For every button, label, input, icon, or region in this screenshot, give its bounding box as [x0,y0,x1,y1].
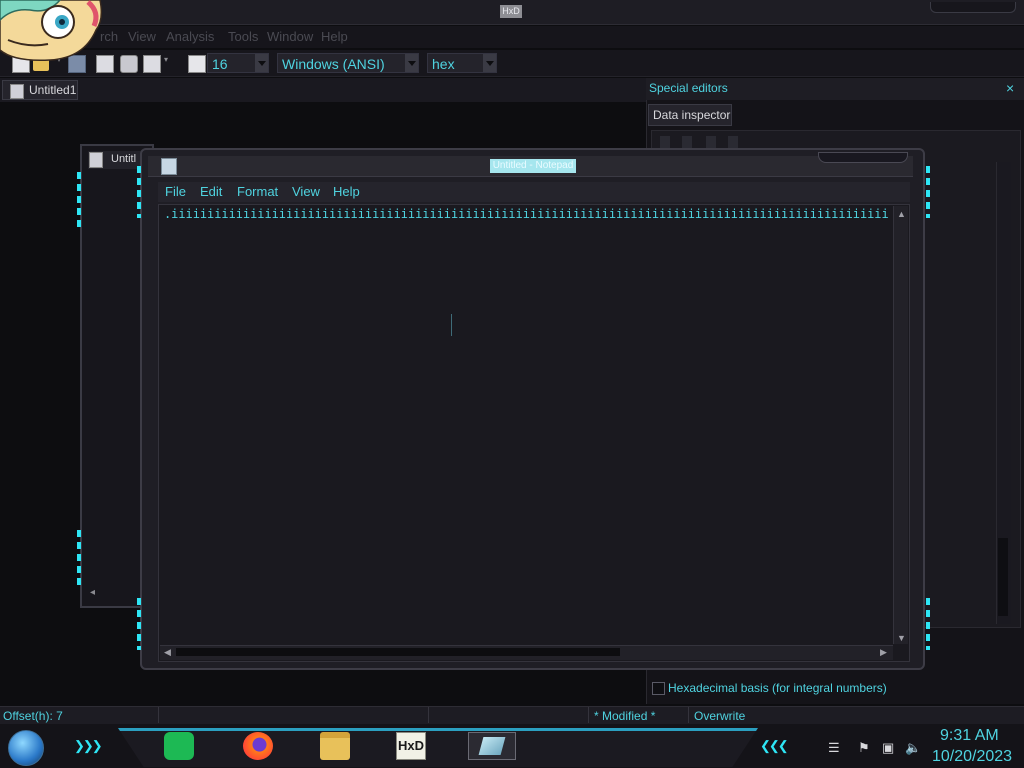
bytes-per-row-select[interactable]: 16 [207,53,269,73]
hex-file-icon [10,84,24,99]
clipboard-icon[interactable] [143,55,161,73]
disk-icon[interactable] [120,55,138,73]
menu-edit[interactable]: Edit [200,184,222,199]
start-button[interactable] [8,730,44,766]
taskbar-dock [118,728,758,767]
next-icon[interactable] [706,136,716,148]
notepad-text-area[interactable] [158,204,910,662]
last-icon[interactable] [728,136,738,148]
file-explorer-icon[interactable] [320,732,350,760]
scrollbar-thumb[interactable] [176,648,620,656]
hxd-icon[interactable]: HxD [396,732,426,760]
neon-accent [77,530,81,590]
neon-accent [137,598,141,650]
menu-analysis[interactable]: Analysis [166,29,214,44]
scroll-right-icon[interactable]: ▶ [880,647,887,658]
menu-help[interactable]: Help [333,184,360,199]
hex-basis-checkbox[interactable] [652,682,665,695]
scroll-up-icon[interactable]: ▲ [897,209,906,219]
menu-file[interactable]: File [165,184,186,199]
network-icon[interactable]: ▣ [882,740,894,756]
menu-help[interactable]: Help [321,29,348,44]
menu-view[interactable]: View [292,184,320,199]
divider [428,707,429,723]
hxd-window-title: HxD [500,5,522,18]
show-desktop-icon[interactable]: ☰ [828,740,840,756]
scroll-left-icon[interactable]: ◂ [90,587,95,598]
neon-chevrons-icon: ❯❯❯ [74,738,103,753]
notepad-title: Untitled - Notepad [490,159,576,173]
cartoon-sticker-image [0,0,103,62]
notepad-icon[interactable] [468,732,516,760]
spotify-icon[interactable] [164,732,194,760]
neon-chevrons-icon: ❮❮❮ [760,738,789,753]
divider [158,707,159,723]
clock-date[interactable]: 10/20/2023 [932,748,1012,766]
charset-select[interactable]: Windows (ANSI) [277,53,419,73]
previous-icon[interactable] [682,136,692,148]
statusbar [0,706,1024,725]
document-tabstrip [0,78,646,102]
menu-view[interactable]: View [128,29,156,44]
special-editors-title: Special editors [646,78,1024,100]
status-mode: Overwrite [694,709,746,723]
clock-time[interactable]: 9:31 AM [940,727,999,745]
window-controls[interactable] [930,2,1016,13]
scrollbar-thumb[interactable] [998,538,1008,616]
tab-untitled1[interactable]: Untitled1 [2,80,78,100]
divider [588,707,589,723]
offset-base-select[interactable]: hex [427,53,497,73]
chevron-down-icon[interactable] [483,54,496,72]
notepad-text: .iiiiiiiiiiiiiiiiiiiiiiiiiiiiiiiiiiiiiii… [164,207,888,221]
scroll-left-icon[interactable]: ◀ [164,647,171,658]
status-modified: * Modified * [594,709,656,723]
tab-label: Untitled1 [29,83,77,97]
menu-tools[interactable]: Tools [228,29,258,44]
charset-value: Windows (ANSI) [282,56,385,72]
firefox-icon[interactable] [243,732,273,760]
neon-accent [137,166,141,218]
hex-file-icon [89,152,103,168]
document-window-title: Untitl [111,153,137,165]
columns-icon [188,55,206,73]
neon-accent [926,166,930,218]
menu-format[interactable]: Format [237,184,278,199]
hex-basis-label: Hexadecimal basis (for integral numbers) [668,681,887,695]
tab-data-inspector[interactable]: Data inspector [648,104,732,126]
dropdown-arrow-icon[interactable]: ▾ [164,55,170,71]
flag-icon[interactable]: ⚑ [858,740,870,756]
notepad-icon [161,158,177,175]
neon-accent [77,172,81,232]
offset-base-value: hex [432,56,455,72]
text-cursor [451,314,452,336]
neon-accent [926,598,930,650]
status-offset: Offset(h): 7 [3,709,63,723]
chevron-down-icon[interactable] [405,54,418,72]
scroll-down-icon[interactable]: ▼ [897,633,906,643]
menu-window[interactable]: Window [267,29,313,44]
close-icon[interactable]: × [1006,80,1014,96]
chevron-down-icon[interactable] [255,54,268,72]
first-icon[interactable] [660,136,670,148]
window-controls[interactable] [818,152,908,163]
volume-icon[interactable]: 🔈 [905,740,921,756]
divider [688,707,689,723]
bytes-per-row-value: 16 [212,56,228,72]
vertical-scrollbar[interactable] [893,206,908,644]
